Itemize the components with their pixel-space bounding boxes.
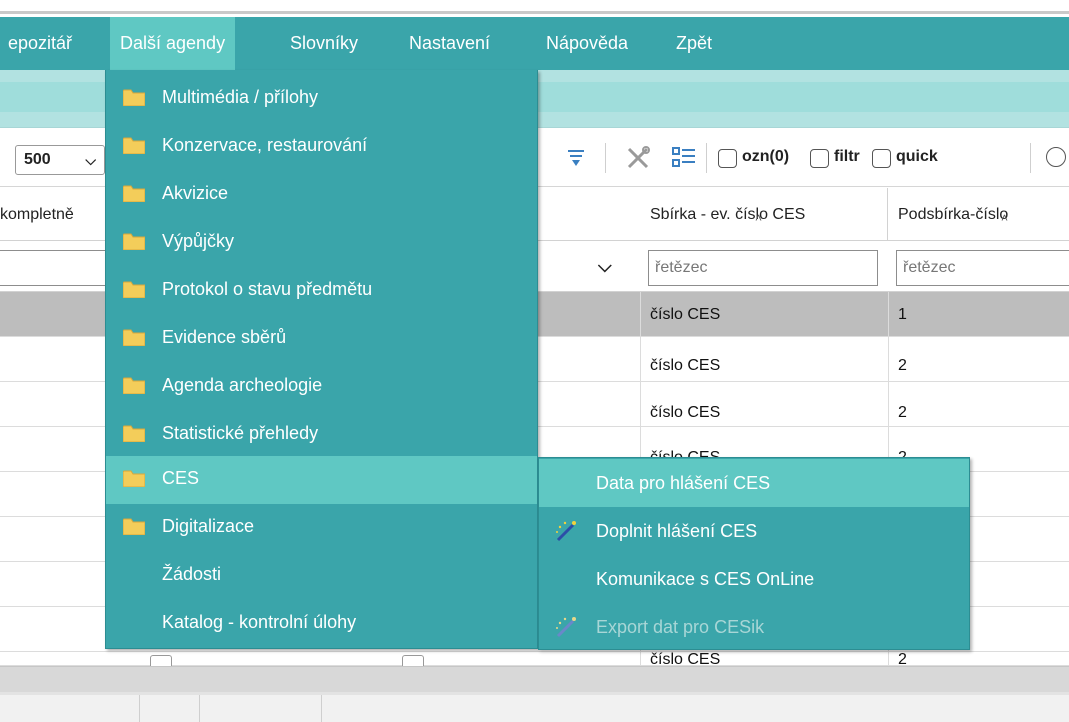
- podsbirka-cell: 2: [898, 652, 907, 666]
- sbirka-filter-input[interactable]: řetězec: [648, 250, 878, 286]
- column-header-podsbirka[interactable]: ˄ Podsbírka-číslo: [888, 188, 1069, 241]
- menu-item-label: Protokol o stavu předmětu: [162, 279, 373, 299]
- menu-item-label: Katalog - kontrolní úlohy: [162, 612, 357, 632]
- main-menubar: epozitář Další agendy Slovníky Nastavení…: [0, 17, 1069, 70]
- menu-item-katalog[interactable]: Katalog - kontrolní úlohy: [106, 600, 537, 648]
- window-top-border: [0, 0, 1069, 14]
- filtr-label: filtr: [834, 148, 860, 165]
- menu-napoveda[interactable]: Nápověda: [546, 17, 628, 70]
- submenu-item-label: Doplnit hlášení CES: [596, 521, 758, 541]
- podsbirka-filter-input[interactable]: řetězec: [896, 250, 1069, 286]
- status-bar: [0, 692, 1069, 722]
- menu-repozitar[interactable]: epozitář: [8, 17, 72, 70]
- menu-item-zadosti[interactable]: Žádosti: [106, 552, 537, 600]
- column-header-sbirka-label: Sbírka - ev. číslo CES: [650, 206, 806, 223]
- submenu-item-label: Export dat pro CESik: [596, 617, 765, 637]
- submenu-item-label: Data pro hlášení CES: [596, 473, 771, 493]
- filtr-checkbox[interactable]: [810, 149, 829, 168]
- horizontal-scrollbar[interactable]: [0, 666, 1069, 692]
- menu-item-protokol[interactable]: Protokol o stavu předmětu: [106, 267, 537, 315]
- toolbar-separator: [706, 143, 707, 173]
- menu-item-ces[interactable]: CES: [106, 456, 537, 504]
- dalsi-agendy-dropdown: Multimédia / přílohy Konzervace, restaur…: [105, 70, 538, 649]
- podsbirka-cell: 1: [898, 306, 907, 323]
- quick-checkbox[interactable]: [872, 149, 891, 168]
- menu-item-label: Konzervace, restaurování: [162, 135, 368, 155]
- menu-item-label: Multimédia / přílohy: [162, 87, 319, 107]
- folder-icon: [123, 470, 145, 487]
- menu-item-label: Výpůjčky: [162, 231, 235, 251]
- sbirka-cell: číslo CES: [650, 306, 721, 323]
- menu-item-statistiky[interactable]: Statistické přehledy: [106, 411, 537, 459]
- kompletne-filter-select[interactable]: [0, 250, 120, 286]
- folder-icon: [123, 425, 145, 442]
- menu-item-label: Evidence sběrů: [162, 327, 287, 347]
- filter-sort-icon[interactable]: [560, 141, 592, 175]
- folder-icon: [123, 185, 145, 202]
- submenu-item-doplnit-hlaseni[interactable]: Doplnit hlášení CES: [539, 507, 969, 555]
- page-size-select[interactable]: 500 ⌵: [15, 145, 105, 175]
- menu-item-multimedia[interactable]: Multimédia / přílohy: [106, 75, 537, 123]
- menu-zpet[interactable]: Zpět: [676, 17, 712, 70]
- page-size-value: 500: [24, 151, 51, 168]
- folder-icon: [123, 233, 145, 250]
- ozn-checkbox[interactable]: [718, 149, 737, 168]
- folder-icon: [123, 377, 145, 394]
- folder-icon: [123, 329, 145, 346]
- quick-label: quick: [896, 148, 938, 165]
- toolbar-separator: [1030, 143, 1031, 173]
- menu-item-digitalizace[interactable]: Digitalizace: [106, 504, 537, 552]
- menu-item-label: Statistické přehledy: [162, 423, 319, 443]
- menu-item-label: Digitalizace: [162, 516, 255, 536]
- radio-option[interactable]: [1046, 147, 1066, 167]
- submenu-item-data-pro-hlaseni[interactable]: Data pro hlášení CES: [539, 459, 969, 507]
- menu-item-vypujcky[interactable]: Výpůjčky: [106, 219, 537, 267]
- sbirka-cell: číslo CES: [650, 652, 721, 666]
- menu-item-label: Agenda archeologie: [162, 375, 323, 395]
- column-header-sbirka[interactable]: ˄ Sbírka - ev. číslo CES: [640, 188, 888, 241]
- columns-layout-icon[interactable]: [668, 141, 700, 175]
- menu-slovniky[interactable]: Slovníky: [290, 17, 358, 70]
- submenu-item-label: Komunikace s CES OnLine: [596, 569, 815, 589]
- status-segment: [0, 695, 140, 722]
- magic-wand-icon: [556, 521, 576, 542]
- folder-icon: [123, 137, 145, 154]
- menu-dalsi-agendy[interactable]: Další agendy: [110, 17, 236, 70]
- menu-item-label: Akvizice: [162, 183, 229, 203]
- menu-item-akvizice[interactable]: Akvizice: [106, 171, 537, 219]
- menu-item-label: CES: [162, 468, 200, 488]
- submenu-item-export-cesik: Export dat pro CESik: [539, 603, 969, 651]
- column-header-podsbirka-label: Podsbírka-číslo: [898, 206, 1009, 223]
- status-segment: [140, 695, 200, 722]
- toolbar-separator: [605, 143, 606, 173]
- menu-item-evidence-sberu[interactable]: Evidence sběrů: [106, 315, 537, 363]
- sort-caret-icon: ˄: [1001, 211, 1009, 225]
- magic-wand-icon: [556, 617, 576, 638]
- ces-submenu: Data pro hlášení CES Doplnit hlášení CES…: [538, 457, 970, 650]
- sort-caret-icon: ˄: [755, 211, 763, 225]
- tools-icon[interactable]: [622, 141, 654, 175]
- status-segment: [200, 695, 322, 722]
- menu-nastaveni[interactable]: Nastavení: [409, 17, 490, 70]
- menu-item-konzervace[interactable]: Konzervace, restaurování: [106, 123, 537, 171]
- folder-icon: [123, 518, 145, 535]
- folder-icon: [123, 89, 145, 106]
- ozn-label: ozn(0): [742, 148, 790, 165]
- folder-icon: [123, 281, 145, 298]
- menu-item-label: Žádosti: [162, 564, 222, 584]
- chevron-down-icon[interactable]: ⌵: [598, 256, 612, 277]
- chevron-down-icon: ⌵: [85, 152, 96, 168]
- menu-item-archeologie[interactable]: Agenda archeologie: [106, 363, 537, 411]
- submenu-item-komunikace[interactable]: Komunikace s CES OnLine: [539, 555, 969, 603]
